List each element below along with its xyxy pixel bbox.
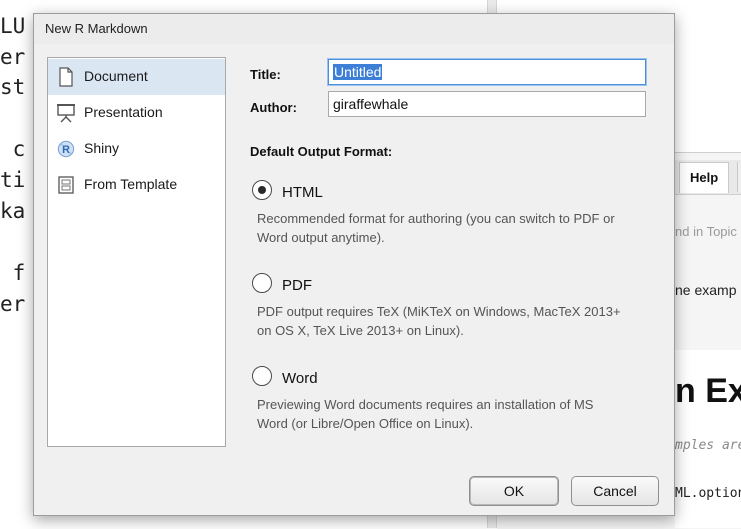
title-label: Title: [250, 67, 281, 82]
tab-help[interactable]: Help [679, 162, 730, 193]
editor-line: st [0, 75, 26, 99]
description-line: Word (or Libre/Open Office on Linux). [257, 416, 474, 431]
help-text: ne examp [675, 282, 737, 298]
cancel-button[interactable]: Cancel [571, 476, 659, 506]
editor-line: f [0, 261, 26, 285]
pdf-description: PDF output requires TeX (MiKTeX on Windo… [257, 302, 647, 340]
editor-line: er [0, 45, 26, 69]
editor-line: ti [0, 168, 26, 192]
word-option-label[interactable]: Word [282, 370, 318, 387]
presentation-icon [57, 104, 75, 123]
new-r-markdown-dialog: New R Markdown Document Presentation R S… [33, 13, 675, 516]
help-heading: n Ext [675, 372, 741, 410]
template-icon [58, 176, 74, 194]
default-output-format-label: Default Output Format: [250, 144, 393, 159]
author-label: Author: [250, 100, 297, 115]
editor-line: er [0, 292, 26, 316]
editor-line: c [0, 137, 26, 161]
word-radio[interactable] [252, 366, 272, 386]
sidebar-item-shiny[interactable]: R Shiny [48, 131, 225, 167]
shiny-r-icon: R [57, 140, 75, 158]
html-option-label[interactable]: HTML [282, 184, 323, 201]
pdf-option-label[interactable]: PDF [282, 277, 312, 294]
sidebar-item-document[interactable]: Document [48, 59, 225, 95]
ok-button[interactable]: OK [469, 476, 559, 506]
sidebar-item-label: Presentation [84, 104, 163, 120]
description-line: PDF output requires TeX (MiKTeX on Windo… [257, 304, 621, 319]
help-code-line: ML.option [675, 486, 741, 501]
document-icon [59, 67, 73, 87]
dialog-titlebar[interactable]: New R Markdown [34, 14, 674, 44]
description-line: Word output anytime). [257, 230, 385, 245]
editor-line: ka [0, 199, 26, 223]
html-description: Recommended format for authoring (you ca… [257, 209, 647, 247]
author-input[interactable]: giraffewhale [328, 91, 646, 117]
title-input[interactable]: Untitled [328, 59, 646, 85]
template-type-list: Document Presentation R Shiny From Templ… [47, 57, 226, 447]
description-line: on OS X, TeX Live 2013+ on Linux). [257, 323, 464, 338]
help-code-comment: mples are [675, 438, 741, 453]
sidebar-item-label: From Template [84, 176, 178, 192]
sidebar-item-presentation[interactable]: Presentation [48, 95, 225, 131]
sidebar-item-label: Document [84, 68, 148, 84]
html-radio[interactable] [252, 180, 272, 200]
svg-text:R: R [62, 144, 70, 156]
title-input-value: Untitled [333, 64, 383, 80]
pdf-radio[interactable] [252, 273, 272, 293]
dialog-title: New R Markdown [45, 21, 148, 36]
word-description: Previewing Word documents requires an in… [257, 395, 647, 433]
author-input-value: giraffewhale [333, 96, 409, 112]
editor-line: LU [0, 14, 26, 38]
sidebar-item-from-template[interactable]: From Template [48, 167, 225, 203]
sidebar-item-label: Shiny [84, 140, 120, 156]
help-find-input[interactable]: nd in Topic [675, 222, 741, 242]
description-line: Previewing Word documents requires an in… [257, 397, 594, 412]
description-line: Recommended format for authoring (you ca… [257, 211, 615, 226]
tab-viewer[interactable] [737, 162, 741, 192]
